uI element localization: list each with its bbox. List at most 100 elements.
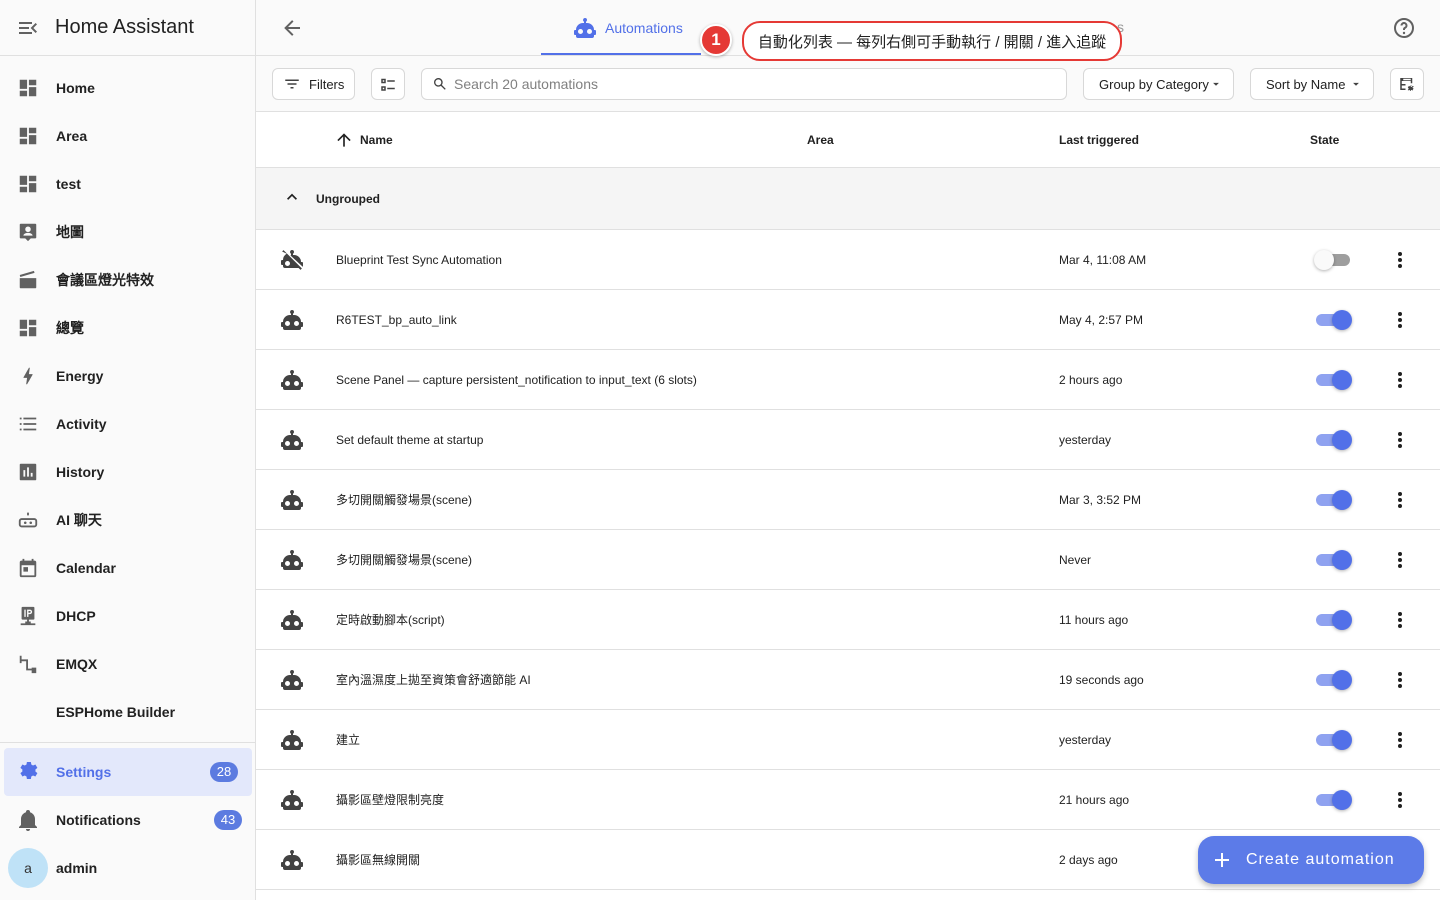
dashboard-icon	[16, 124, 40, 148]
selection-mode-button[interactable]	[371, 68, 405, 100]
enable-toggle[interactable]	[1314, 368, 1352, 392]
back-arrow-icon[interactable]	[280, 16, 304, 40]
chevron-up-icon[interactable]	[282, 187, 302, 207]
sort-ascending-icon[interactable]	[334, 130, 354, 150]
table-header: Name Area Last triggered State	[256, 112, 1440, 168]
sidebar-item-label: 地圖	[56, 224, 84, 240]
sidebar-item-label: test	[56, 176, 81, 192]
sidebar-nav: Home Area test 地圖會議區燈光特效總覽 Energy Activity His…	[0, 56, 255, 736]
table-row[interactable]: 建立 yesterday	[256, 710, 1440, 770]
more-vertical-icon[interactable]	[1388, 368, 1412, 392]
help-icon[interactable]	[1392, 16, 1416, 40]
sidebar-item-history[interactable]: History	[0, 448, 255, 496]
last-triggered: 21 hours ago	[1059, 792, 1130, 807]
filters-label: Filters	[309, 76, 345, 92]
more-vertical-icon[interactable]	[1388, 248, 1412, 272]
automation-name: 攝影區壁燈限制亮度	[336, 793, 445, 807]
table-row[interactable]: R6TEST_bp_auto_link May 4, 2:57 PM	[256, 290, 1440, 350]
table-row[interactable]: 定時啟動腳本(script) 11 hours ago	[256, 590, 1440, 650]
robot-off-icon	[280, 248, 304, 272]
more-vertical-icon[interactable]	[1388, 548, 1412, 572]
group-header-ungrouped[interactable]: Ungrouped	[256, 168, 1440, 230]
robot-icon	[16, 508, 40, 532]
create-automation-label: Create automation	[1246, 851, 1395, 868]
blank-icon	[16, 700, 40, 724]
sidebar-item-notifications[interactable]: Notifications 43	[0, 796, 256, 844]
sidebar-item-calendar[interactable]: Calendar	[0, 544, 255, 592]
callout-annotation: 自動化列表 — 每列右側可手動執行 / 開關 / 進入追蹤	[742, 21, 1122, 61]
sidebar-item-item-5[interactable]: 總覽	[0, 304, 255, 352]
sidebar-item-label: ESPHome Builder	[56, 704, 176, 720]
sidebar-item-label: EMQX	[56, 656, 98, 672]
sidebar-item-settings[interactable]: Settings 28	[4, 748, 252, 796]
tab-automations[interactable]: Automations	[573, 0, 683, 56]
sidebar-item-home[interactable]: Home	[0, 64, 255, 112]
column-header-area[interactable]: Area	[807, 133, 834, 147]
column-header-state[interactable]: State	[1310, 133, 1339, 147]
sidebar-item-emqx[interactable]: EMQX	[0, 640, 255, 688]
robot-icon	[280, 428, 304, 452]
table-row[interactable]: 攝影區壁燈限制亮度 21 hours ago	[256, 770, 1440, 830]
sort-by-dropdown[interactable]: Sort by Name	[1250, 68, 1374, 100]
sidebar-item-ai[interactable]: AI 聊天	[0, 496, 255, 544]
enable-toggle[interactable]	[1314, 668, 1352, 692]
sidebar-item-label: 總覽	[56, 320, 84, 336]
enable-toggle[interactable]	[1314, 488, 1352, 512]
create-automation-button[interactable]: Create automation	[1198, 836, 1424, 884]
last-triggered: 2 hours ago	[1059, 372, 1123, 387]
sidebar-item-item-3[interactable]: 地圖	[0, 208, 255, 256]
automation-name: Scene Panel — capture persistent_notific…	[336, 372, 697, 387]
search-field[interactable]	[421, 68, 1067, 100]
sidebar-item-dhcp[interactable]: DHCP	[0, 592, 255, 640]
lightning-icon	[16, 364, 40, 388]
table-row[interactable]: 室內溫濕度上拋至資策會舒適節能 AI 19 seconds ago	[256, 650, 1440, 710]
last-triggered: 11 hours ago	[1059, 612, 1129, 627]
sidebar-divider	[0, 742, 256, 743]
group-by-dropdown[interactable]: Group by Category	[1083, 68, 1234, 100]
sidebar-item-area[interactable]: Area	[0, 112, 255, 160]
more-vertical-icon[interactable]	[1388, 308, 1412, 332]
enable-toggle[interactable]	[1314, 788, 1352, 812]
robot-icon	[280, 728, 304, 752]
search-input[interactable]	[454, 76, 1034, 92]
chart-box-icon	[16, 460, 40, 484]
sidebar-item-activity[interactable]: Activity	[0, 400, 255, 448]
enable-toggle[interactable]	[1314, 548, 1352, 572]
more-vertical-icon[interactable]	[1388, 428, 1412, 452]
column-header-name[interactable]: Name	[360, 133, 393, 147]
table-settings-button[interactable]	[1390, 68, 1424, 100]
sidebar: Home Assistant Home Area test 地圖會議區燈光特效總覽 En…	[0, 0, 256, 900]
automation-name: 建立	[336, 733, 361, 747]
plus-icon	[1210, 848, 1234, 872]
robot-icon	[280, 308, 304, 332]
table-row[interactable]: Scene Panel — capture persistent_notific…	[256, 350, 1440, 410]
menu-collapse-icon[interactable]	[16, 16, 40, 40]
more-vertical-icon[interactable]	[1388, 668, 1412, 692]
enable-toggle[interactable]	[1314, 308, 1352, 332]
bell-icon	[16, 808, 40, 832]
enable-toggle[interactable]	[1314, 728, 1352, 752]
enable-toggle[interactable]	[1314, 248, 1352, 272]
sidebar-header: Home Assistant	[0, 0, 255, 56]
more-vertical-icon[interactable]	[1388, 608, 1412, 632]
sidebar-item-test[interactable]: test	[0, 160, 255, 208]
table-row[interactable]: 多切開關觸發場景(scene) Mar 3, 3:52 PM	[256, 470, 1440, 530]
more-vertical-icon[interactable]	[1388, 728, 1412, 752]
filters-button[interactable]: Filters	[272, 68, 355, 100]
column-header-last-triggered[interactable]: Last triggered	[1059, 133, 1139, 147]
table-row[interactable]: 多切開關觸發場景(scene) Never	[256, 530, 1440, 590]
sidebar-item-esphome-builder[interactable]: ESPHome Builder	[0, 688, 255, 736]
sidebar-bottom: Settings 28 Notifications 43 a admin	[0, 748, 256, 892]
sidebar-item-item-4[interactable]: 會議區燈光特效	[0, 256, 255, 304]
automations-table: Name Area Last triggered State Ungrouped…	[256, 112, 1440, 900]
enable-toggle[interactable]	[1314, 428, 1352, 452]
more-vertical-icon[interactable]	[1388, 488, 1412, 512]
table-row[interactable]: Set default theme at startup yesterday	[256, 410, 1440, 470]
automation-name: 定時啟動腳本(script)	[336, 613, 445, 627]
sidebar-item-energy[interactable]: Energy	[0, 352, 255, 400]
sidebar-item-user[interactable]: a admin	[0, 844, 256, 892]
table-row[interactable]: Blueprint Test Sync Automation Mar 4, 11:…	[256, 230, 1440, 290]
more-vertical-icon[interactable]	[1388, 788, 1412, 812]
notifications-badge: 43	[214, 810, 242, 830]
enable-toggle[interactable]	[1314, 608, 1352, 632]
